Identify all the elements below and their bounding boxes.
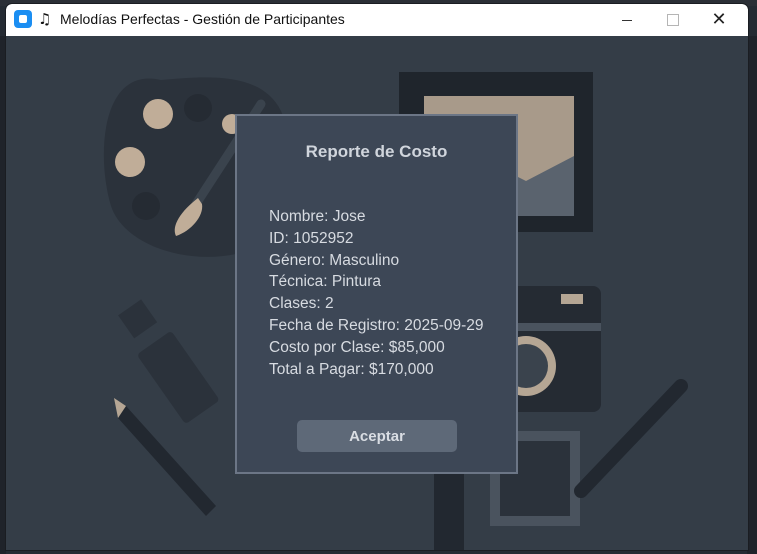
close-icon: ✕ xyxy=(711,9,727,30)
paint-tube-illustration xyxy=(118,299,219,423)
title-bar[interactable]: ♫ Melodías Perfectas - Gestión de Partic… xyxy=(6,4,748,36)
registration-date: Fecha de Registro: 2025-09-29 xyxy=(269,316,484,334)
maximize-icon xyxy=(667,14,679,26)
main-canvas: Reporte de Costo Nombre: Jose ID: 105295… xyxy=(6,36,748,550)
app-window-icon xyxy=(14,10,32,28)
background-window-edge-right xyxy=(747,36,757,554)
participant-name: Nombre: Jose xyxy=(269,208,366,225)
accept-button[interactable]: Aceptar xyxy=(297,420,457,452)
music-notes-icon: ♫ xyxy=(38,10,52,28)
minimize-icon xyxy=(622,19,632,21)
cost-report-dialog: Reporte de Costo Nombre: Jose ID: 105295… xyxy=(235,114,518,474)
window-title: Melodías Perfectas - Gestión de Particip… xyxy=(60,11,345,27)
report-details: Nombre: Jose ID: 1052952 Género: Masculi… xyxy=(269,206,484,380)
pencil-illustration xyxy=(114,398,216,516)
minimize-button[interactable] xyxy=(604,4,650,36)
participant-technique: Técnica: Pintura xyxy=(269,273,381,291)
cost-per-class: Costo por Clase: $85,000 xyxy=(269,338,445,356)
class-count: Clases: 2 xyxy=(269,295,334,313)
maximize-button[interactable] xyxy=(650,4,696,36)
total-to-pay: Total a Pagar: $170,000 xyxy=(269,360,434,378)
participant-gender: Género: Masculino xyxy=(269,251,400,269)
app-window: ♫ Melodías Perfectas - Gestión de Partic… xyxy=(6,4,748,550)
participant-id: ID: 1052952 xyxy=(269,229,354,247)
dialog-title: Reporte de Costo xyxy=(305,142,448,161)
close-button[interactable]: ✕ xyxy=(696,4,742,36)
